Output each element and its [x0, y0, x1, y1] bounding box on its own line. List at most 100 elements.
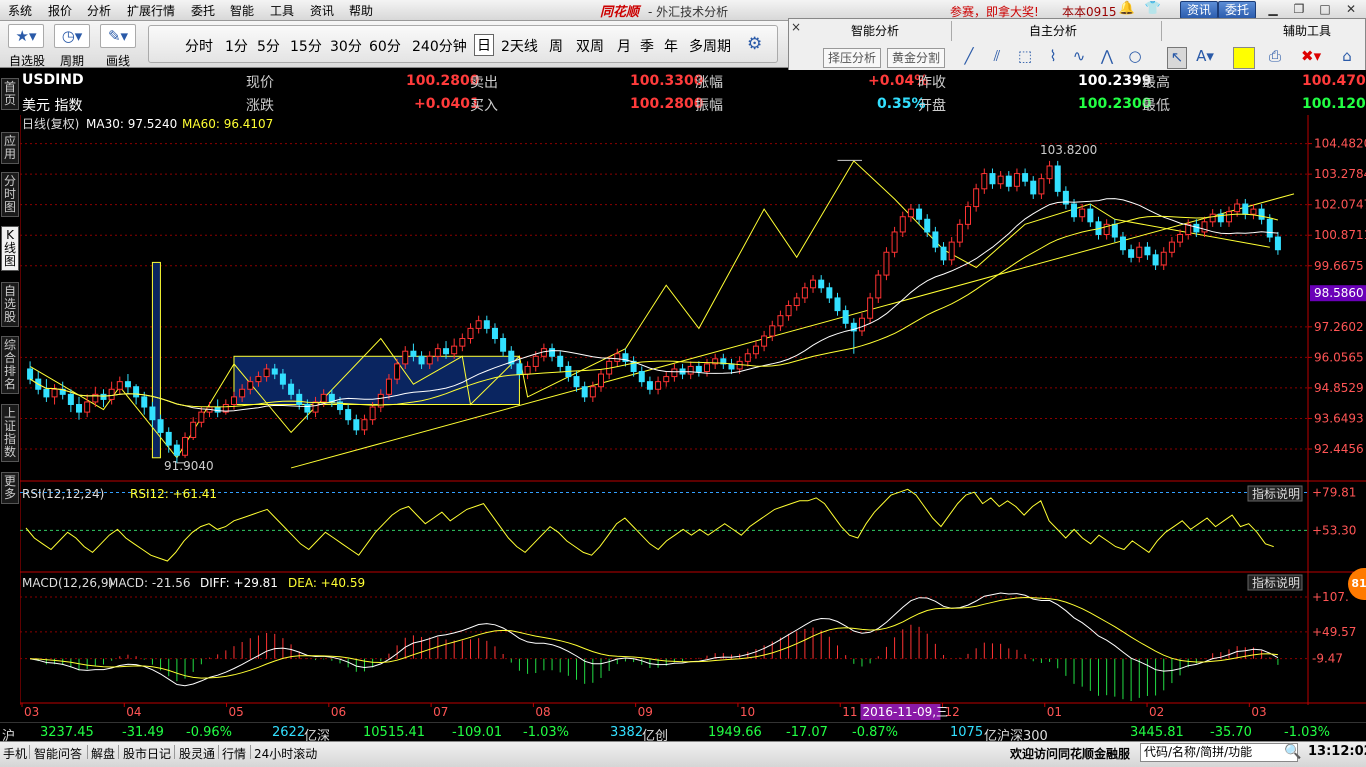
period-5m[interactable]: 5分 [257, 36, 280, 56]
price-tick-label: 102.0747 [1314, 198, 1366, 212]
news-button[interactable]: 资讯 [1180, 1, 1219, 19]
menu-help[interactable]: 帮助 [349, 2, 373, 19]
status-stocklink[interactable]: 股灵通 [179, 745, 215, 762]
candle-body [173, 444, 180, 456]
line-tool-icon[interactable]: ╱ [959, 47, 979, 69]
candle-body [858, 317, 865, 332]
status-market[interactable]: 行情 [222, 745, 246, 762]
x-axis: 03 04 05 06 07 08 09 10 11 12 01 02 032016-11-09,三 [21, 703, 1267, 720]
menu-tools[interactable]: 工具 [270, 2, 294, 19]
custom-analysis-title[interactable]: 自主分析 [1029, 22, 1077, 39]
label-pct: 涨幅 [695, 75, 723, 91]
period-day[interactable]: 日 [474, 34, 494, 56]
period-2day[interactable]: 2天线 [501, 36, 538, 56]
menu-system[interactable]: 系统 [8, 2, 32, 19]
zigzag-tool-icon[interactable]: ⋀ [1097, 47, 1117, 69]
period-1m[interactable]: 1分 [225, 36, 248, 56]
panel-close-icon[interactable]: × [791, 20, 801, 34]
menu-extended[interactable]: 扩展行情 [127, 2, 175, 19]
menu-analysis[interactable]: 分析 [87, 2, 111, 19]
candle-body [247, 381, 254, 390]
minimize-icon[interactable]: ▁ [1264, 2, 1282, 18]
watchlist-icon[interactable]: ★▾ [8, 24, 44, 48]
period-15m[interactable]: 15分 [290, 36, 322, 56]
period-week[interactable]: 周 [549, 36, 563, 56]
rect-tool-icon[interactable]: ⬚ [1015, 47, 1035, 69]
period-icon[interactable]: ◷▾ [54, 24, 90, 48]
pointer-tool-icon[interactable]: ↖ [1167, 47, 1187, 69]
period-60m[interactable]: 60分 [369, 36, 401, 56]
kline-chart[interactable]: 104.4820 103.2784 102.0747 100.8711 99.6675 9… [20, 115, 1366, 721]
rsi-tick-label: +79.81 [1312, 485, 1356, 499]
parallel-tool-icon[interactable]: ⫽ [987, 47, 1007, 69]
menu-smart[interactable]: 智能 [230, 2, 254, 19]
save-tool-icon[interactable]: ⎙ [1265, 47, 1285, 69]
restore-icon[interactable]: ❐ [1290, 2, 1308, 18]
period-240m[interactable]: 240分钟 [412, 36, 467, 56]
consolidation-box [233, 355, 520, 405]
period-biweek[interactable]: 双周 [576, 36, 604, 56]
candle-body [361, 419, 368, 431]
text-tool-icon[interactable]: A▾ [1195, 47, 1215, 69]
status-analysis[interactable]: 解盘 [91, 745, 115, 762]
color-picker[interactable] [1233, 47, 1255, 69]
period-quarter[interactable]: 季 [640, 36, 654, 56]
trade-button[interactable]: 委托 [1218, 1, 1257, 19]
delete-tool-icon[interactable]: ✖▾ [1301, 47, 1321, 69]
x-tick-label: 03 [24, 705, 39, 719]
side-tab-watchlist[interactable]: 自选股 [1, 282, 19, 327]
candle-body [744, 353, 751, 362]
side-tab-apps[interactable]: 应用 [1, 132, 19, 164]
menu-quote[interactable]: 报价 [48, 2, 72, 19]
candle-body [916, 208, 923, 220]
status-qa[interactable]: 智能问答 [34, 745, 82, 762]
sh-amount: 2622 [272, 725, 306, 740]
candle-body [777, 315, 784, 327]
side-tab-sh-index[interactable]: 上证指数 [1, 404, 19, 462]
period-month[interactable]: 月 [617, 36, 631, 56]
candle-body [443, 348, 450, 355]
candle-body [475, 320, 482, 329]
pressure-analysis-button[interactable]: 择压分析 [823, 48, 882, 68]
menu-news[interactable]: 资讯 [310, 2, 334, 19]
side-tab-kline[interactable]: K线图 [1, 226, 19, 271]
gear-icon[interactable]: ⚙ [747, 34, 762, 54]
wave2-tool-icon[interactable]: ∿ [1069, 47, 1089, 69]
status-diary[interactable]: 股市日记 [123, 745, 171, 762]
search-input[interactable]: 代码/名称/简拼/功能 [1140, 743, 1298, 762]
label-prev: 昨收 [918, 75, 946, 91]
period-year[interactable]: 年 [664, 36, 678, 56]
aux-tools-title[interactable]: 辅助工具 [1283, 22, 1331, 39]
symbol-name: 美元 指数 [22, 98, 83, 114]
price-tick-label: 100.8711 [1314, 228, 1366, 242]
cy-amount: 1075 [950, 725, 984, 740]
period-tick[interactable]: 分时 [185, 36, 213, 56]
candle-body [467, 327, 474, 340]
status-24h[interactable]: 24小时滚动 [254, 745, 317, 762]
golden-section-button[interactable]: 黄金分割 [887, 48, 946, 68]
candle-body [573, 376, 580, 388]
draw-icon[interactable]: ✎▾ [100, 24, 136, 48]
smart-analysis-title[interactable]: 智能分析 [851, 22, 899, 39]
side-tab-more[interactable]: 更多 [1, 472, 19, 504]
side-tab-ranking[interactable]: 综合排名 [1, 336, 19, 394]
wave-tool-icon[interactable]: ⌇ [1043, 47, 1063, 69]
period-multi[interactable]: 多周期 [689, 36, 731, 56]
candle-body [785, 305, 792, 317]
candle-body [1013, 173, 1020, 187]
candle-body [500, 338, 507, 352]
maximize-icon[interactable]: □ [1316, 2, 1334, 18]
menu-trade[interactable]: 委托 [191, 2, 215, 19]
candle-body [214, 406, 221, 413]
macd-tick-label: +107. [1312, 590, 1349, 604]
side-tab-timeline[interactable]: 分时图 [1, 172, 19, 217]
period-30m[interactable]: 30分 [330, 36, 362, 56]
circle-tool-icon[interactable]: ○ [1125, 47, 1145, 69]
side-tab-home[interactable]: 首页 [1, 78, 19, 110]
shirt-icon[interactable]: 👕 [1144, 1, 1162, 19]
bell-icon[interactable]: 🔔 [1118, 1, 1136, 19]
close-icon[interactable]: ✕ [1342, 2, 1360, 18]
status-mobile[interactable]: 手机 [3, 745, 27, 762]
search-icon[interactable]: 🔍 [1284, 744, 1301, 760]
lock-tool-icon[interactable]: ⌂ [1337, 47, 1357, 69]
